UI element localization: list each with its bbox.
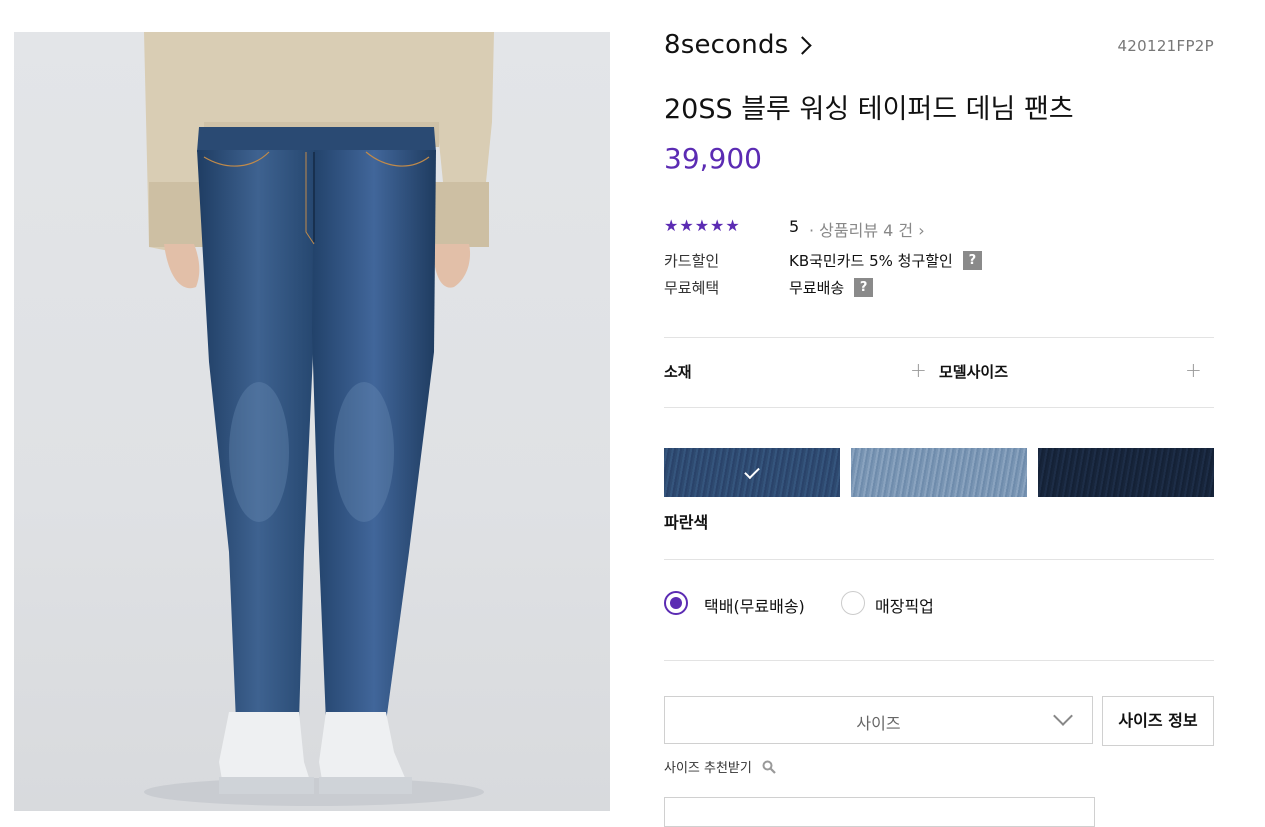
product-price: 39,900 — [664, 142, 762, 175]
plus-icon[interactable]: + — [910, 360, 927, 380]
product-code: 420121FP2P — [1117, 37, 1214, 55]
size-select[interactable]: 사이즈 — [664, 696, 1093, 744]
size-info-button[interactable]: 사이즈 정보 — [1102, 696, 1214, 746]
help-icon[interactable]: ? — [854, 278, 874, 297]
chevron-right-icon — [793, 36, 813, 55]
rating-value: 5 — [789, 217, 800, 236]
size-recommend-label: 사이즈 추천받기 — [664, 761, 752, 776]
size-recommend-link[interactable]: 사이즈 추천받기 — [664, 757, 776, 776]
free-benefit-label: 무료혜택 — [664, 279, 720, 297]
model-size-accordion[interactable]: 모델사이즈 — [939, 361, 1008, 382]
star-icon: ★ — [664, 216, 679, 235]
rating-stars: ★ ★ ★ ★ ★ — [664, 217, 740, 235]
star-icon: ★ — [679, 216, 694, 235]
review-count-link[interactable]: · 상품리뷰 4 건 › — [809, 217, 925, 241]
quantity-box[interactable] — [664, 797, 1095, 827]
card-discount-label: 카드할인 — [664, 252, 720, 270]
divider — [664, 660, 1214, 661]
free-shipping-text: 무료배송 — [789, 279, 845, 297]
card-discount-value: KB국민카드 5% 청구할인 ? — [789, 250, 982, 271]
product-image[interactable] — [14, 32, 610, 811]
brand-link[interactable]: 8seconds — [664, 30, 813, 60]
star-icon: ★ — [694, 216, 710, 235]
divider — [664, 407, 1214, 408]
jeans-model-illustration — [144, 32, 494, 806]
delivery-store-pickup-label[interactable]: 매장픽업 — [875, 593, 934, 617]
size-select-placeholder: 사이즈 — [856, 714, 901, 733]
product-info-panel: 8seconds 420121FP2P 20SS 블루 워싱 테이퍼드 데님 팬… — [664, 0, 1214, 827]
delivery-courier-label[interactable]: 택배(무료배송) — [704, 593, 805, 617]
product-title: 20SS 블루 워싱 테이퍼드 데님 팬츠 — [664, 94, 1074, 125]
star-icon: ★ — [710, 216, 725, 235]
delivery-radio-courier[interactable] — [664, 591, 688, 615]
delivery-radio-store-pickup[interactable] — [841, 591, 865, 615]
plus-icon[interactable]: + — [1185, 360, 1202, 380]
search-icon — [762, 760, 776, 774]
divider — [664, 559, 1214, 560]
check-icon — [744, 463, 760, 479]
brand-name: 8seconds — [664, 30, 789, 60]
color-swatch-blue[interactable] — [664, 448, 840, 497]
material-accordion[interactable]: 소재 — [664, 361, 692, 382]
card-discount-text: KB국민카드 5% 청구할인 — [789, 252, 953, 270]
color-swatch-navy[interactable] — [1038, 448, 1214, 497]
color-swatch-light-blue[interactable] — [851, 448, 1027, 497]
free-benefit-value: 무료배송 ? — [789, 277, 874, 298]
star-icon: ★ — [725, 216, 740, 235]
help-icon[interactable]: ? — [962, 251, 982, 270]
divider — [664, 337, 1214, 338]
selected-color-name: 파란색 — [664, 513, 709, 532]
